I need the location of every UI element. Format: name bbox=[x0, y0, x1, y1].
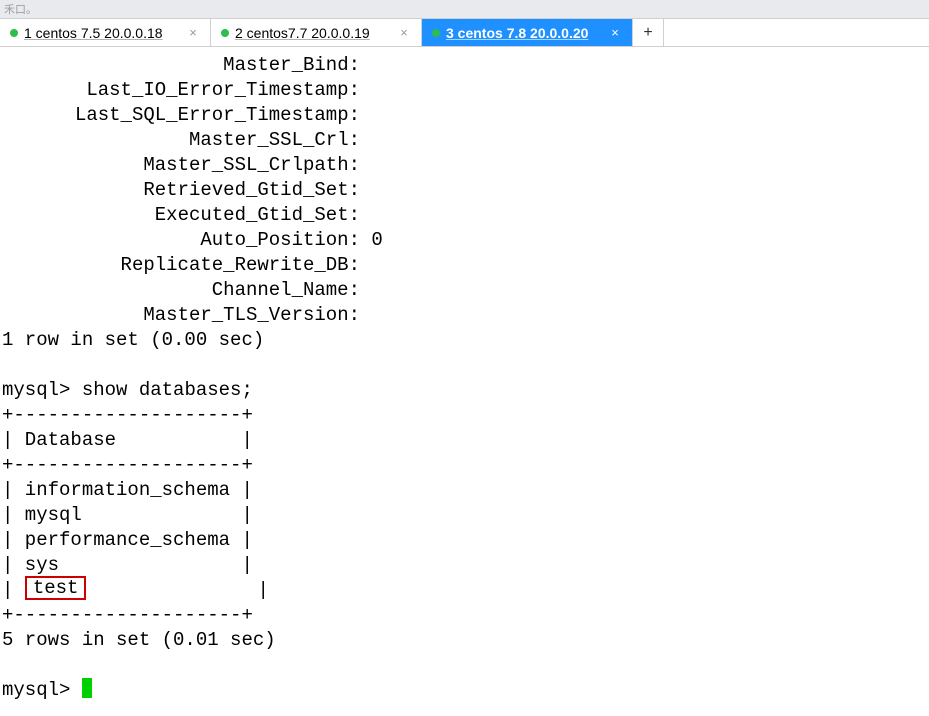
highlight-box: test bbox=[25, 576, 87, 600]
status-key: Replicate_Rewrite_DB: bbox=[2, 253, 360, 278]
row-summary: 5 rows in set (0.01 sec) bbox=[2, 629, 276, 651]
table-border: +--------------------+ bbox=[2, 404, 253, 426]
status-line: Master_SSL_Crlpath: bbox=[2, 153, 929, 178]
table-row: | performance_schema | bbox=[2, 529, 253, 551]
close-icon[interactable]: × bbox=[186, 25, 200, 40]
row-summary: 1 row in set (0.00 sec) bbox=[2, 329, 264, 351]
table-border: +--------------------+ bbox=[2, 454, 253, 476]
close-icon[interactable]: × bbox=[397, 25, 411, 40]
status-line: Channel_Name: bbox=[2, 278, 929, 303]
status-line: Last_SQL_Error_Timestamp: bbox=[2, 103, 929, 128]
tab-label: 1 centos 7.5 20.0.0.18 bbox=[24, 25, 180, 41]
status-key: Master_TLS_Version: bbox=[2, 303, 360, 328]
status-line: Last_IO_Error_Timestamp: bbox=[2, 78, 929, 103]
terminal-output[interactable]: Master_Bind:Last_IO_Error_Timestamp:Last… bbox=[0, 47, 929, 716]
tab-centos-2[interactable]: 2 centos7.7 20.0.0.19 × bbox=[211, 18, 422, 46]
status-dot-icon bbox=[432, 29, 440, 37]
terminal-cursor bbox=[82, 678, 92, 698]
mysql-prompt: mysql> bbox=[2, 379, 70, 401]
status-key: Master_Bind: bbox=[2, 53, 360, 78]
status-key: Channel_Name: bbox=[2, 278, 360, 303]
status-line: Auto_Position: 0 bbox=[2, 228, 929, 253]
table-row: | mysql | bbox=[2, 504, 253, 526]
close-icon[interactable]: × bbox=[608, 25, 622, 40]
mysql-prompt: mysql> bbox=[2, 679, 82, 701]
status-line: Master_TLS_Version: bbox=[2, 303, 929, 328]
table-header: | Database | bbox=[2, 429, 253, 451]
status-val: 0 bbox=[360, 229, 383, 251]
status-key: Last_IO_Error_Timestamp: bbox=[2, 78, 360, 103]
tab-bar: 1 centos 7.5 20.0.0.18 × 2 centos7.7 20.… bbox=[0, 18, 929, 47]
window-top-strip: 禾口。 bbox=[0, 0, 929, 18]
status-line: Executed_Gtid_Set: bbox=[2, 203, 929, 228]
status-key: Executed_Gtid_Set: bbox=[2, 203, 360, 228]
status-key: Auto_Position: bbox=[2, 228, 360, 253]
status-line: Master_SSL_Crl: bbox=[2, 128, 929, 153]
tab-centos-1[interactable]: 1 centos 7.5 20.0.0.18 × bbox=[0, 18, 211, 46]
tab-centos-3[interactable]: 3 centos 7.8 20.0.0.20 × bbox=[422, 18, 633, 46]
status-line: Retrieved_Gtid_Set: bbox=[2, 178, 929, 203]
table-row: | sys | bbox=[2, 554, 253, 576]
table-border: +--------------------+ bbox=[2, 604, 253, 626]
table-row-highlight: | test | bbox=[2, 579, 269, 601]
plus-icon: + bbox=[643, 24, 652, 42]
top-strip-text: 禾口。 bbox=[4, 1, 37, 17]
status-dot-icon bbox=[221, 29, 229, 37]
table-row: | information_schema | bbox=[2, 479, 253, 501]
status-line: Master_Bind: bbox=[2, 53, 929, 78]
add-tab-button[interactable]: + bbox=[633, 18, 664, 46]
status-key: Retrieved_Gtid_Set: bbox=[2, 178, 360, 203]
status-line: Replicate_Rewrite_DB: bbox=[2, 253, 929, 278]
status-dot-icon bbox=[10, 29, 18, 37]
tab-label: 2 centos7.7 20.0.0.19 bbox=[235, 25, 391, 41]
tab-label: 3 centos 7.8 20.0.0.20 bbox=[446, 25, 602, 41]
status-key: Master_SSL_Crlpath: bbox=[2, 153, 360, 178]
status-key: Last_SQL_Error_Timestamp: bbox=[2, 103, 360, 128]
status-key: Master_SSL_Crl: bbox=[2, 128, 360, 153]
tab-bar-filler bbox=[664, 18, 929, 46]
sql-command: show databases; bbox=[70, 379, 252, 401]
